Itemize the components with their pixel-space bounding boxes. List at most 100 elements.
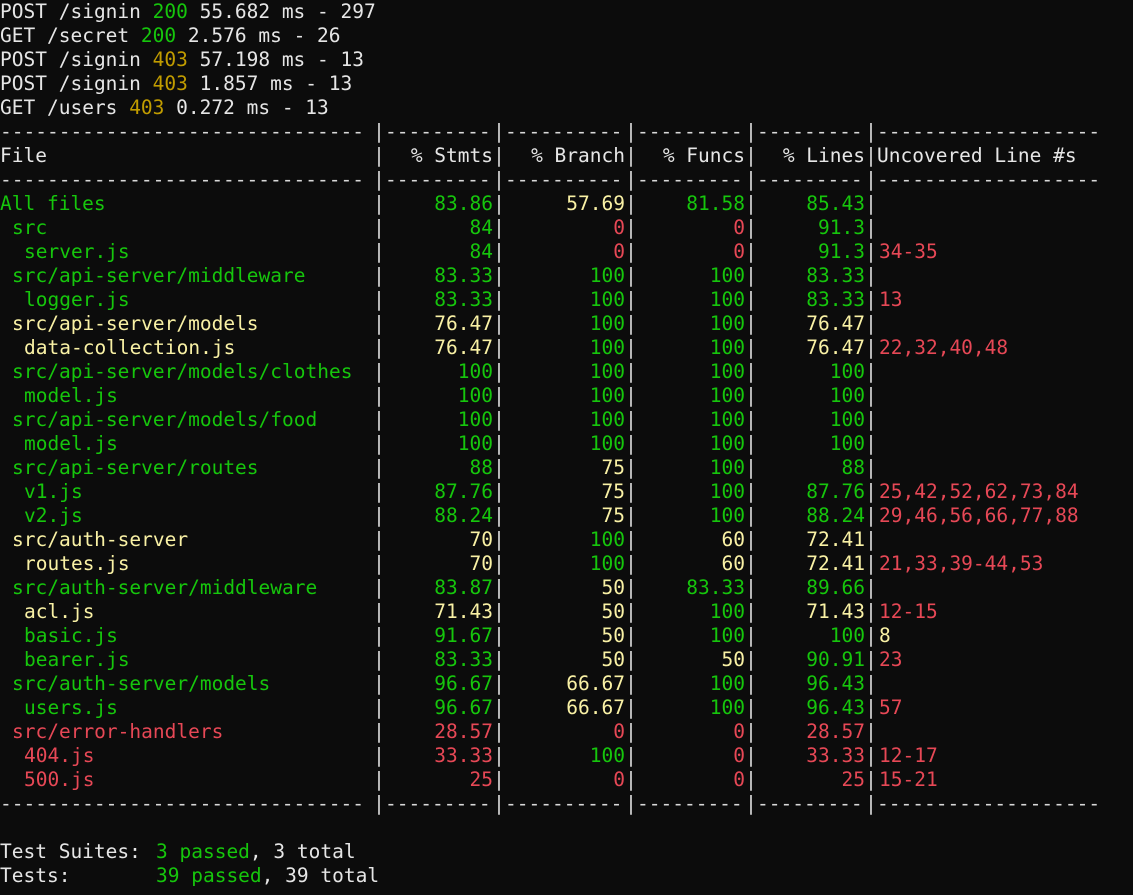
column-separator: | [745, 168, 757, 191]
table-row: src/error-handlers | 28.57 | 0 | 0 | 28.57 | [0, 720, 1133, 744]
column-separator: | [493, 288, 505, 311]
column-separator: | [373, 648, 385, 671]
column-separator: | [745, 480, 757, 503]
log-line: POST /signin 200 55.682 ms - 297 [0, 0, 1133, 24]
column-separator: | [865, 144, 877, 167]
table-row: src/api-server/routes | 88 | 75 | 100 | 88 | [0, 456, 1133, 480]
stmts-cell: 87.76 [434, 480, 493, 503]
coverage-rows: All files | 83.86 | 57.69 | 81.58 | 85.43 | src | 84… [0, 192, 1133, 792]
lines-cell: 91.3 [818, 216, 865, 239]
column-separator: | [745, 312, 757, 335]
column-separator: | [625, 384, 637, 407]
column-separator: | [625, 456, 637, 479]
column-separator: | [865, 312, 877, 335]
table-row: src/auth-server | 70 | 100 | 60 | 72.41 | [0, 528, 1133, 552]
column-separator: | [373, 600, 385, 623]
lines-cell: 91.3 [818, 240, 865, 263]
column-separator: | [625, 480, 637, 503]
header-branch: % Branch [531, 144, 625, 167]
divider-lines: --------- [757, 168, 863, 191]
column-separator: | [745, 144, 757, 167]
table-row: model.js | 100 | 100 | 100 | 100 | [0, 384, 1133, 408]
file-name-cell: routes.js [24, 552, 130, 575]
column-separator: | [745, 792, 757, 815]
funcs-cell: 100 [709, 672, 745, 695]
lines-cell: 96.43 [806, 672, 865, 695]
stmts-cell: 91.67 [434, 624, 493, 647]
table-row: routes.js | 70 | 100 | 60 | 72.41 | 21,33,39-44,53 [0, 552, 1133, 576]
stmts-cell: 76.47 [434, 312, 493, 335]
funcs-cell: 0 [733, 768, 745, 791]
column-separator: | [865, 456, 877, 479]
column-separator: | [373, 696, 385, 719]
column-separator: | [493, 336, 505, 359]
stmts-cell: 83.33 [434, 264, 493, 287]
log-method: POST [0, 48, 47, 71]
column-separator: | [373, 552, 385, 575]
branch-cell: 0 [613, 720, 625, 743]
column-separator: | [373, 768, 385, 791]
column-separator: | [625, 336, 637, 359]
column-separator: | [373, 168, 385, 191]
column-separator: | [373, 144, 385, 167]
uncovered-lines-cell: 12-15 [879, 600, 938, 623]
uncovered-lines-cell: 23 [879, 648, 903, 671]
column-separator: | [625, 648, 637, 671]
divider-uncovered: ------------------- [877, 120, 1101, 143]
column-separator: | [745, 768, 757, 791]
column-separator: | [865, 768, 877, 791]
divider-file: ------------------------------- [0, 120, 364, 143]
column-separator: | [625, 792, 637, 815]
column-separator: | [865, 504, 877, 527]
file-name-cell: logger.js [24, 288, 130, 311]
table-header: File |% Stmts |% Branch |% Funcs |% Lines | Un… [0, 144, 1133, 168]
column-separator: | [493, 192, 505, 215]
stmts-cell: 100 [457, 408, 493, 431]
table-row: src/auth-server/models | 96.67 | 66.67 | 100 | 9… [0, 672, 1133, 696]
lines-cell: 96.43 [806, 696, 865, 719]
column-separator: | [625, 720, 637, 743]
column-separator: | [745, 384, 757, 407]
column-separator: | [493, 456, 505, 479]
column-separator: | [745, 648, 757, 671]
divider-stmts: --------- [385, 792, 491, 815]
file-name-cell: src/api-server/middleware [12, 264, 306, 287]
branch-cell: 75 [601, 480, 625, 503]
uncovered-lines-cell: 57 [879, 696, 903, 719]
table-row: All files | 83.86 | 57.69 | 81.58 | 85.43 | [0, 192, 1133, 216]
column-separator: | [865, 264, 877, 287]
divider-stmts: --------- [385, 168, 491, 191]
column-separator: | [493, 384, 505, 407]
stmts-cell: 88.24 [434, 504, 493, 527]
column-separator: | [493, 696, 505, 719]
column-separator: | [865, 192, 877, 215]
stmts-cell: 100 [457, 384, 493, 407]
column-separator: | [745, 552, 757, 575]
header-uncovered: Uncovered Line #s [877, 144, 1077, 167]
funcs-cell: 100 [709, 288, 745, 311]
column-separator: | [625, 120, 637, 143]
file-name-cell: src/error-handlers [12, 720, 224, 743]
branch-cell: 100 [589, 264, 625, 287]
column-separator: | [493, 576, 505, 599]
column-separator: | [865, 576, 877, 599]
column-separator: | [373, 624, 385, 647]
column-separator: | [745, 120, 757, 143]
table-divider: ------------------------------- | --------… [0, 120, 1133, 144]
branch-cell: 75 [601, 504, 625, 527]
stmts-cell: 83.86 [434, 192, 493, 215]
column-separator: | [865, 480, 877, 503]
funcs-cell: 60 [721, 552, 745, 575]
log-timing: 2.576 ms - 26 [187, 24, 341, 47]
log-path: /signin [58, 0, 141, 23]
table-row: v2.js | 88.24 | 75 | 100 | 88.24 | 29,46,56,66,77,… [0, 504, 1133, 528]
column-separator: | [625, 576, 637, 599]
column-separator: | [865, 552, 877, 575]
column-separator: | [373, 384, 385, 407]
stmts-cell: 70 [469, 552, 493, 575]
column-separator: | [373, 288, 385, 311]
column-separator: | [865, 216, 877, 239]
uncovered-lines-cell: 25,42,52,62,73,84 [879, 480, 1079, 503]
column-separator: | [745, 408, 757, 431]
